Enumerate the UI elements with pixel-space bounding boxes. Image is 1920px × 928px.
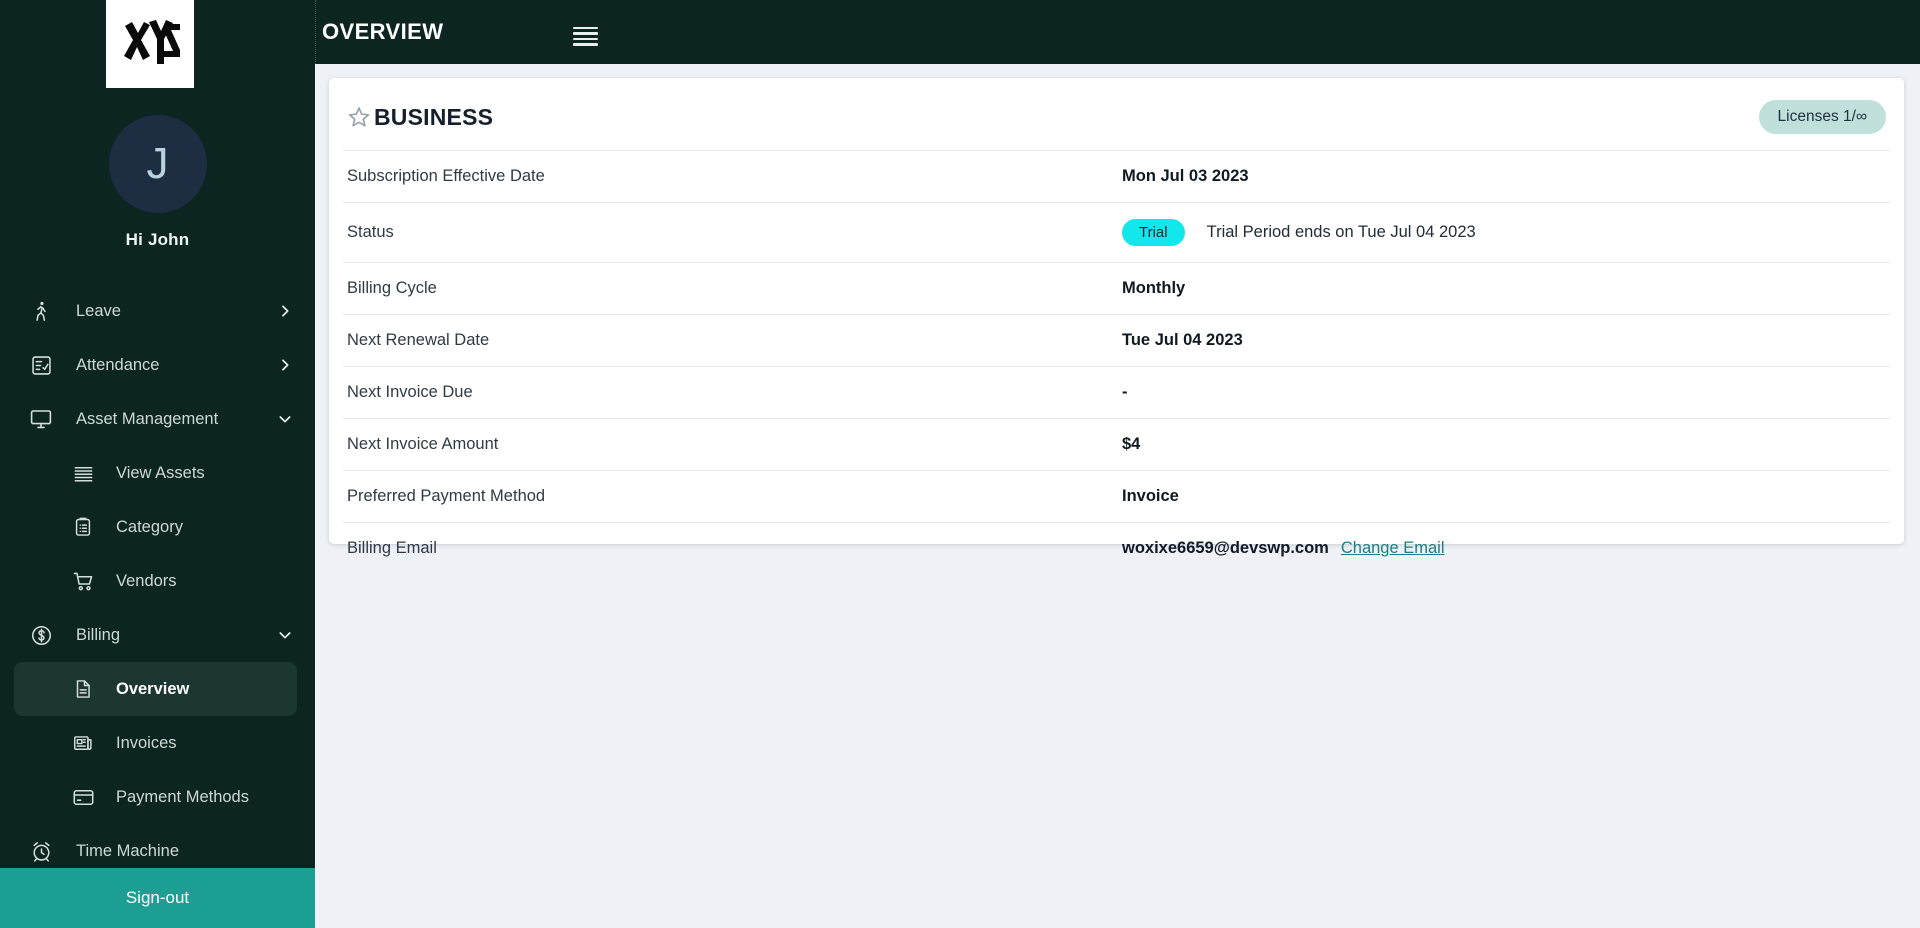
sidebar-item-label: Overview (116, 679, 190, 698)
row-value: Tue Jul 04 2023 (1122, 331, 1243, 349)
dollar-circle-icon (26, 624, 56, 647)
sidebar-item-overview[interactable]: Overview (14, 662, 297, 716)
row-label: Billing Email (347, 539, 437, 557)
sidebar-item-billing[interactable]: Billing (0, 608, 315, 662)
sidebar-item-view-assets[interactable]: View Assets (0, 446, 315, 500)
sidebar-item-payment-methods[interactable]: Payment Methods (0, 770, 315, 824)
star-icon (347, 105, 371, 129)
sidebar-item-label: Attendance (76, 355, 160, 374)
sidebar-item-leave[interactable]: Leave (0, 284, 315, 338)
row-label: Subscription Effective Date (347, 167, 545, 185)
table-row: Next Invoice Due - (343, 366, 1890, 419)
row-label: Next Invoice Due (347, 383, 473, 401)
licenses-badge[interactable]: Licenses 1/∞ (1758, 100, 1886, 134)
row-value: Invoice (1122, 487, 1179, 505)
shopping-cart-icon (68, 570, 98, 593)
newspaper-icon (68, 732, 98, 754)
credit-card-icon (68, 786, 98, 809)
card-title: BUSINESS (347, 104, 493, 131)
row-label: Preferred Payment Method (347, 487, 546, 505)
sidebar-item-label: Category (116, 517, 183, 536)
sidebar-item-label: Vendors (116, 571, 177, 590)
walking-person-icon (26, 300, 56, 323)
sign-out-button[interactable]: Sign-out (0, 868, 315, 928)
sidebar-item-label: Invoices (116, 733, 177, 752)
sidebar-item-label: View Assets (116, 463, 205, 482)
avatar: J (108, 115, 207, 213)
sidebar-item-invoices[interactable]: Invoices (0, 716, 315, 770)
row-value: woxixe6659@devswp.com Change Email (1118, 523, 1890, 575)
sidebar-item-category[interactable]: Category (0, 500, 315, 554)
table-row: Subscription Effective Date Mon Jul 03 20… (343, 150, 1890, 203)
document-icon (68, 678, 98, 700)
chevron-down-icon[interactable] (277, 627, 293, 643)
row-value: Monthly (1122, 279, 1186, 297)
row-label: Billing Cycle (347, 279, 437, 297)
subscription-details-table: Subscription Effective Date Mon Jul 03 20… (343, 150, 1890, 574)
card-header: BUSINESS Licenses 1/∞ (343, 78, 1890, 150)
table-row: Preferred Payment Method Invoice (343, 470, 1890, 523)
page-title: OVERVIEW (322, 19, 444, 44)
table-row: Billing Email woxixe6659@devswp.com Change… (343, 522, 1890, 575)
business-card: BUSINESS Licenses 1/∞ Subscription Effec… (329, 78, 1904, 557)
card-title-text: BUSINESS (374, 103, 494, 130)
content-area: BUSINESS Licenses 1/∞ Subscription Effec… (315, 64, 1920, 928)
row-value: Trial Trial Period ends on Tue Jul 04 202… (1118, 203, 1890, 263)
row-value: Mon Jul 03 2023 (1122, 167, 1249, 185)
sidebar-item-label: Billing (76, 625, 121, 644)
avatar-initial: J (146, 139, 169, 188)
alarm-clock-icon (26, 840, 56, 863)
sidebar-item-label: Asset Management (76, 409, 219, 428)
app-root: J Hi John Leave Attendance Asset Managemen… (0, 0, 1920, 928)
main-area: OVERVIEW BUSINESS Licenses 1/∞ Subscript… (315, 0, 1920, 928)
sidebar-nav: Leave Attendance Asset Management View Asse… (0, 284, 315, 868)
row-label: Next Invoice Amount (347, 435, 499, 453)
user-greeting: Hi John (125, 230, 190, 249)
hamburger-icon[interactable] (573, 24, 601, 48)
list-lines-icon (68, 462, 98, 485)
status-badge: Trial (1122, 219, 1185, 246)
sidebar-item-label: Leave (76, 301, 121, 320)
chevron-down-icon[interactable] (277, 411, 293, 427)
table-row: Next Renewal Date Tue Jul 04 2023 (343, 314, 1890, 367)
row-value: $4 (1122, 435, 1141, 453)
row-label: Status (347, 223, 394, 241)
top-bar: OVERVIEW (315, 0, 1920, 64)
billing-email-value: woxixe6659@devswp.com (1122, 539, 1329, 557)
sidebar-item-attendance[interactable]: Attendance (0, 338, 315, 392)
sidebar-item-vendors[interactable]: Vendors (0, 554, 315, 608)
table-row: Billing Cycle Monthly (343, 262, 1890, 315)
sign-out-label: Sign-out (125, 888, 190, 907)
monitor-icon (26, 407, 56, 431)
brand-logo[interactable] (106, 0, 194, 88)
clipboard-icon (68, 516, 98, 538)
table-row: Status Trial Trial Period ends on Tue Jul … (343, 202, 1890, 263)
sidebar-item-label: Time Machine (76, 841, 180, 860)
row-label: Next Renewal Date (347, 331, 490, 349)
sidebar-item-label: Payment Methods (116, 787, 249, 806)
table-row: Next Invoice Amount $4 (343, 418, 1890, 471)
chevron-right-icon[interactable] (277, 303, 293, 319)
change-email-link[interactable]: Change Email (1341, 539, 1445, 557)
status-note: Trial Period ends on Tue Jul 04 2023 (1206, 223, 1476, 241)
checklist-icon (26, 354, 56, 377)
row-value: - (1122, 383, 1128, 401)
sidebar-item-time-machine[interactable]: Time Machine (0, 824, 315, 868)
sidebar-item-asset-management[interactable]: Asset Management (0, 392, 315, 446)
chevron-right-icon[interactable] (277, 357, 293, 373)
sidebar: J Hi John Leave Attendance Asset Managemen… (0, 0, 315, 928)
